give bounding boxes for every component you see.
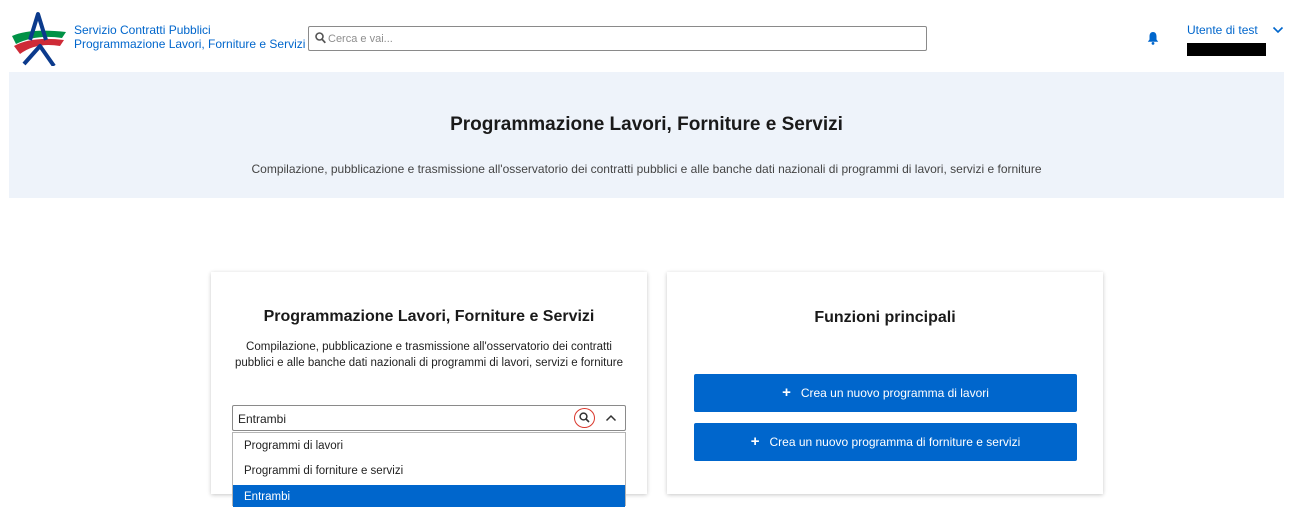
user-name[interactable]: Utente di test [1187, 23, 1258, 37]
plus-icon: + [750, 433, 760, 450]
program-type-select[interactable]: Entrambi [232, 405, 626, 431]
brand-line-1: Servizio Contratti Pubblici [74, 23, 211, 37]
chevron-down-icon[interactable] [1272, 26, 1284, 34]
card-description: Compilazione, pubblicazione e trasmissio… [234, 341, 623, 369]
page-subtitle: Compilazione, pubblicazione e trasmissio… [251, 162, 1042, 176]
redacted-user-info [1187, 43, 1266, 56]
select-value: Entrambi [238, 412, 287, 426]
logo[interactable] [10, 10, 66, 66]
plus-icon: + [782, 384, 791, 401]
search-input[interactable] [328, 29, 918, 48]
select-dropdown-list: Programmi di lavori Programmi di fornitu… [232, 432, 626, 507]
select-search-button[interactable] [574, 408, 595, 428]
brand-text[interactable]: Servizio Contratti Pubblici Programmazio… [74, 23, 305, 51]
bell-icon[interactable] [1146, 31, 1160, 45]
page-title: Programmazione Lavori, Forniture e Servi… [450, 114, 843, 135]
create-forniture-program-button[interactable]: + Crea un nuovo programma di forniture e … [694, 423, 1077, 461]
select-option-selected[interactable]: Entrambi [233, 485, 625, 507]
button-label: Crea un nuovo programma di forniture e s… [769, 435, 1021, 449]
create-lavori-program-button[interactable]: + Crea un nuovo programma di lavori [694, 374, 1077, 412]
hero-banner: Programmazione Lavori, Forniture e Servi… [9, 72, 1284, 198]
card-title: Programmazione Lavori, Forniture e Servi… [263, 308, 595, 325]
search-icon [579, 412, 590, 423]
search-icon [315, 32, 326, 44]
top-header: Servizio Contratti Pubblici Programmazio… [0, 0, 1293, 72]
brand-line-2: Programmazione Lavori, Forniture e Servi… [74, 37, 306, 51]
select-option[interactable]: Programmi di lavori [233, 434, 625, 459]
global-search[interactable] [308, 26, 927, 51]
card-title: Funzioni principali [814, 309, 956, 326]
button-label: Crea un nuovo programma di lavori [800, 386, 989, 400]
select-option[interactable]: Programmi di forniture e servizi [233, 459, 625, 484]
chevron-up-icon[interactable] [605, 414, 617, 422]
